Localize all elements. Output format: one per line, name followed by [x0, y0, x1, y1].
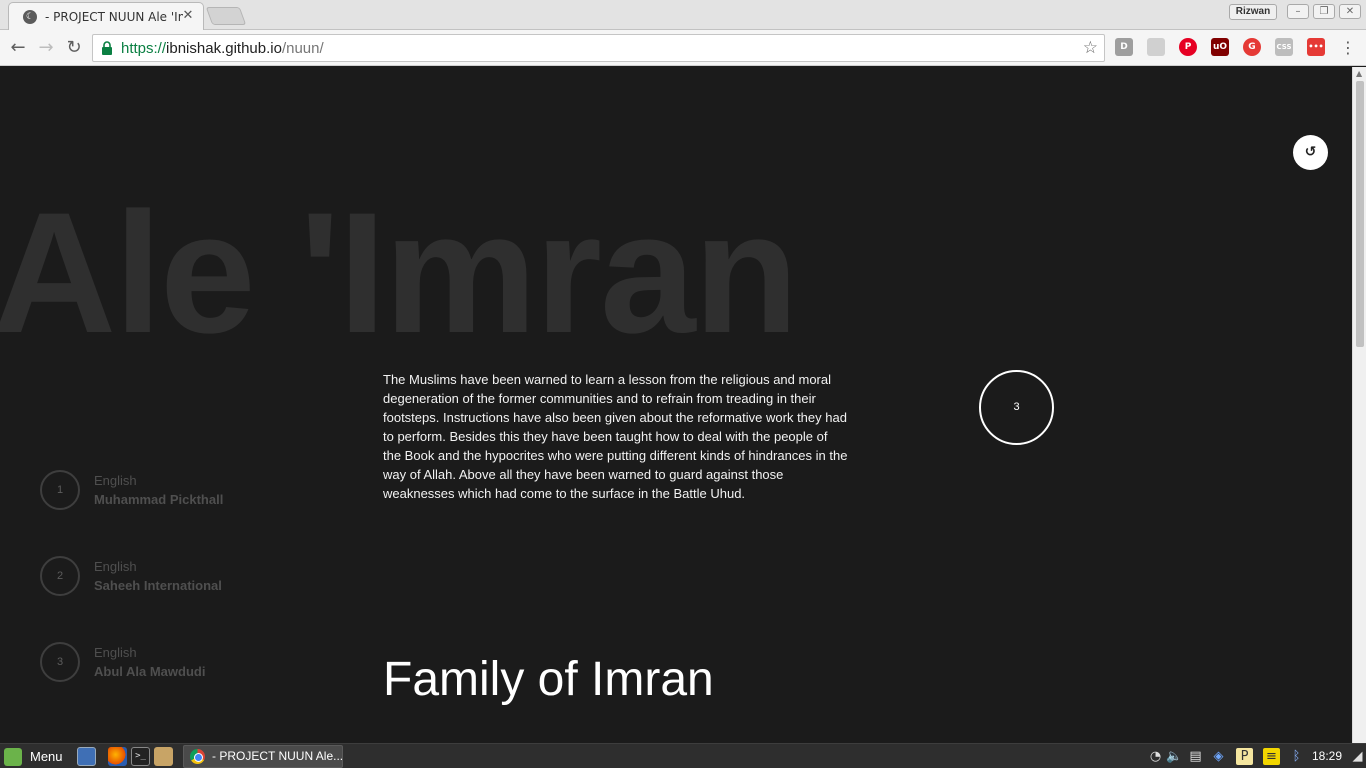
taskbar-window-label: - PROJECT NUUN Ale...: [212, 749, 343, 763]
profile-button[interactable]: Rizwan: [1229, 4, 1277, 20]
surah-number-badge: 3: [979, 370, 1054, 445]
pinterest-icon[interactable]: P: [1179, 38, 1197, 56]
secure-lock-icon: [102, 41, 112, 55]
ublock-origin-icon[interactable]: uO: [1211, 38, 1229, 56]
wifi-icon[interactable]: ◔: [1147, 748, 1164, 765]
address-bar[interactable]: https://ibnishak.github.io/nuun/ ☆: [92, 34, 1105, 62]
translation-language: English: [94, 473, 137, 488]
surah-description: The Muslims have been warned to learn a …: [383, 372, 848, 501]
translation-option-1[interactable]: 1 English Muhammad Pickthall: [40, 470, 340, 512]
scrollbar-thumb[interactable]: [1356, 81, 1364, 347]
chrome-icon: [190, 749, 205, 764]
page-content: Ale 'Imran ↺ The Muslims have been warne…: [0, 67, 1352, 743]
screen: ☾ - PROJECT NUUN Ale 'Imran ✕ Rizwan – ❐…: [0, 0, 1366, 768]
translation-number: 2: [40, 556, 80, 596]
translation-translator: Abul Ala Mawdudi: [94, 664, 206, 679]
extension-d-icon[interactable]: D: [1115, 38, 1133, 56]
restore-icon[interactable]: ❐: [1313, 4, 1335, 19]
forward-icon[interactable]: →: [35, 37, 57, 59]
taskbar-window-chrome[interactable]: - PROJECT NUUN Ale...: [183, 745, 343, 768]
reload-page-icon[interactable]: ↻: [63, 37, 85, 59]
tab-strip: ☾ - PROJECT NUUN Ale 'Imran ✕ Rizwan – ❐…: [0, 0, 1366, 31]
start-menu-label: Menu: [30, 749, 63, 764]
taskbar: Menu >_ - PROJECT NUUN Ale... ◔ 🔈 ▤ ◈ P …: [0, 743, 1366, 768]
translation-number: 1: [40, 470, 80, 510]
shield-icon[interactable]: ◈: [1210, 748, 1227, 765]
css-extension-icon[interactable]: CSS: [1275, 38, 1293, 56]
terminal-icon[interactable]: >_: [131, 747, 150, 766]
start-menu-button[interactable]: Menu: [4, 746, 63, 767]
page-scrollbar[interactable]: ▲: [1352, 67, 1366, 743]
files-folder-icon[interactable]: [154, 747, 173, 766]
new-tab-button[interactable]: [205, 7, 247, 25]
volume-icon[interactable]: 🔈: [1166, 748, 1183, 765]
translation-translator: Muhammad Pickthall: [94, 492, 224, 507]
clipboard-icon[interactable]: ▤: [1187, 748, 1204, 765]
show-desktop-icon[interactable]: [77, 747, 96, 766]
bookmark-star-icon[interactable]: ☆: [1083, 38, 1098, 58]
translation-translator: Saheeh International: [94, 578, 222, 593]
tab-title: - PROJECT NUUN Ale 'Imran: [45, 10, 183, 24]
surah-background-title: Ale 'Imran: [0, 177, 799, 369]
extension-chat-icon[interactable]: [1147, 38, 1165, 56]
firefox-icon[interactable]: [108, 747, 127, 766]
notes-icon[interactable]: ≡: [1263, 748, 1280, 765]
lastpass-icon[interactable]: •••: [1307, 38, 1325, 56]
browser-toolbar: ← → ↻ https://ibnishak.github.io/nuun/ ☆…: [0, 30, 1366, 66]
browser-menu-icon[interactable]: ⋮: [1340, 38, 1356, 58]
minimize-icon[interactable]: –: [1287, 4, 1309, 19]
page-favicon-icon: ☾: [23, 10, 37, 24]
scroll-up-icon[interactable]: ▲: [1356, 69, 1362, 78]
notifications-icon[interactable]: ◢: [1349, 748, 1366, 765]
translation-number: 3: [40, 642, 80, 682]
close-tab-icon[interactable]: ✕: [181, 9, 195, 23]
mint-logo-icon: [4, 747, 22, 766]
refresh-icon[interactable]: ↺: [1293, 135, 1328, 170]
browser-tab[interactable]: ☾ - PROJECT NUUN Ale 'Imran ✕: [8, 2, 204, 31]
translation-language: English: [94, 645, 137, 660]
close-window-icon[interactable]: ✕: [1339, 4, 1361, 19]
surah-english-name: Family of Imran: [383, 653, 714, 706]
bluetooth-icon[interactable]: ᛒ: [1288, 748, 1305, 765]
translation-option-2[interactable]: 2 English Saheeh International: [40, 556, 340, 598]
translation-language: English: [94, 559, 137, 574]
back-icon[interactable]: ←: [7, 37, 29, 59]
translation-option-3[interactable]: 3 English Abul Ala Mawdudi: [40, 642, 340, 684]
clipboard-manager-icon[interactable]: P: [1236, 748, 1253, 765]
url-text: https://ibnishak.github.io/nuun/: [121, 40, 324, 57]
extension-g-icon[interactable]: G: [1243, 38, 1261, 56]
clock[interactable]: 18:29: [1312, 749, 1342, 763]
